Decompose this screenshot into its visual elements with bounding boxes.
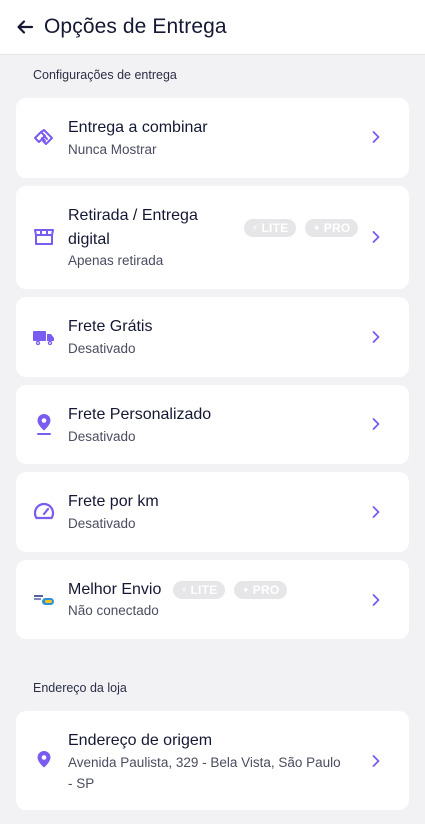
chevron-right-icon — [369, 754, 383, 768]
address-line-2: - SP — [68, 776, 95, 791]
option-subtitle: Não conectado — [68, 603, 159, 618]
delivery-option-frete-por-km[interactable]: Frete por km Desativado — [16, 472, 409, 552]
option-title: Entrega a combinar — [68, 119, 208, 136]
app-header: Opções de Entrega — [0, 0, 425, 55]
chevron-right-icon — [369, 330, 383, 344]
option-title: Melhor Envio — [68, 581, 162, 598]
pro-badge-label: PRO — [252, 583, 280, 597]
option-subtitle: Desativado — [68, 516, 136, 531]
lite-badge: ⚡︎ LITE — [244, 219, 297, 237]
delivery-option-frete-personalizado[interactable]: Frete Personalizado Desativado — [16, 385, 409, 464]
handshake-icon — [32, 126, 56, 150]
truck-icon — [32, 325, 56, 349]
section-label-store-address: Endereço da loja — [33, 681, 127, 695]
pro-badge-label: PRO — [323, 221, 351, 235]
melhor-envio-logo — [32, 588, 56, 612]
option-title-line1: Retirada / Entrega — [68, 207, 198, 224]
option-subtitle: Apenas retirada — [68, 253, 164, 268]
option-subtitle: Desativado — [68, 341, 136, 356]
chevron-right-icon — [369, 417, 383, 431]
pro-badge: ✦ PRO — [305, 219, 359, 237]
delivery-option-melhor-envio[interactable]: Melhor Envio Não conectado ⚡︎ LITE ✦ PRO — [16, 560, 409, 639]
option-title: Frete Personalizado — [68, 406, 212, 423]
lite-badge: ⚡︎ LITE — [173, 581, 226, 599]
delivery-option-retirada-entrega-digital[interactable]: Retirada / Entrega digital Apenas retira… — [16, 186, 409, 289]
pro-badge: ✦ PRO — [234, 581, 288, 599]
lite-badge-label: LITE — [190, 583, 218, 597]
sparkle-icon: ✦ — [313, 222, 321, 233]
page-title: Opções de Entrega — [44, 15, 227, 38]
chevron-right-icon — [369, 505, 383, 519]
back-arrow-icon[interactable] — [14, 16, 36, 38]
bolt-icon: ⚡︎ — [252, 222, 259, 233]
chevron-right-icon — [369, 130, 383, 144]
lite-badge-label: LITE — [261, 221, 289, 235]
option-subtitle: Nunca Mostrar — [68, 142, 157, 157]
option-subtitle: Desativado — [68, 429, 136, 444]
delivery-option-frete-gratis[interactable]: Frete Grátis Desativado — [16, 297, 409, 377]
chevron-right-icon — [369, 593, 383, 607]
chevron-right-icon — [369, 230, 383, 244]
speedometer-icon — [32, 500, 56, 524]
bolt-icon: ⚡︎ — [181, 584, 188, 595]
section-label-delivery-settings: Configurações de entrega — [33, 68, 177, 82]
sparkle-icon: ✦ — [242, 584, 250, 595]
option-title-line2: digital — [68, 231, 110, 248]
address-line-1: Avenida Paulista, 329 - Bela Vista, São … — [68, 755, 341, 770]
store-address-origin[interactable]: Endereço de origem Avenida Paulista, 329… — [16, 711, 409, 810]
address-title: Endereço de origem — [68, 732, 213, 749]
location-pin-icon — [32, 412, 56, 436]
store-icon — [32, 225, 56, 249]
delivery-option-entrega-a-combinar[interactable]: Entrega a combinar Nunca Mostrar — [16, 98, 409, 178]
location-pin-icon — [32, 749, 56, 773]
option-title: Frete Grátis — [68, 318, 153, 335]
option-title: Frete por km — [68, 493, 159, 510]
